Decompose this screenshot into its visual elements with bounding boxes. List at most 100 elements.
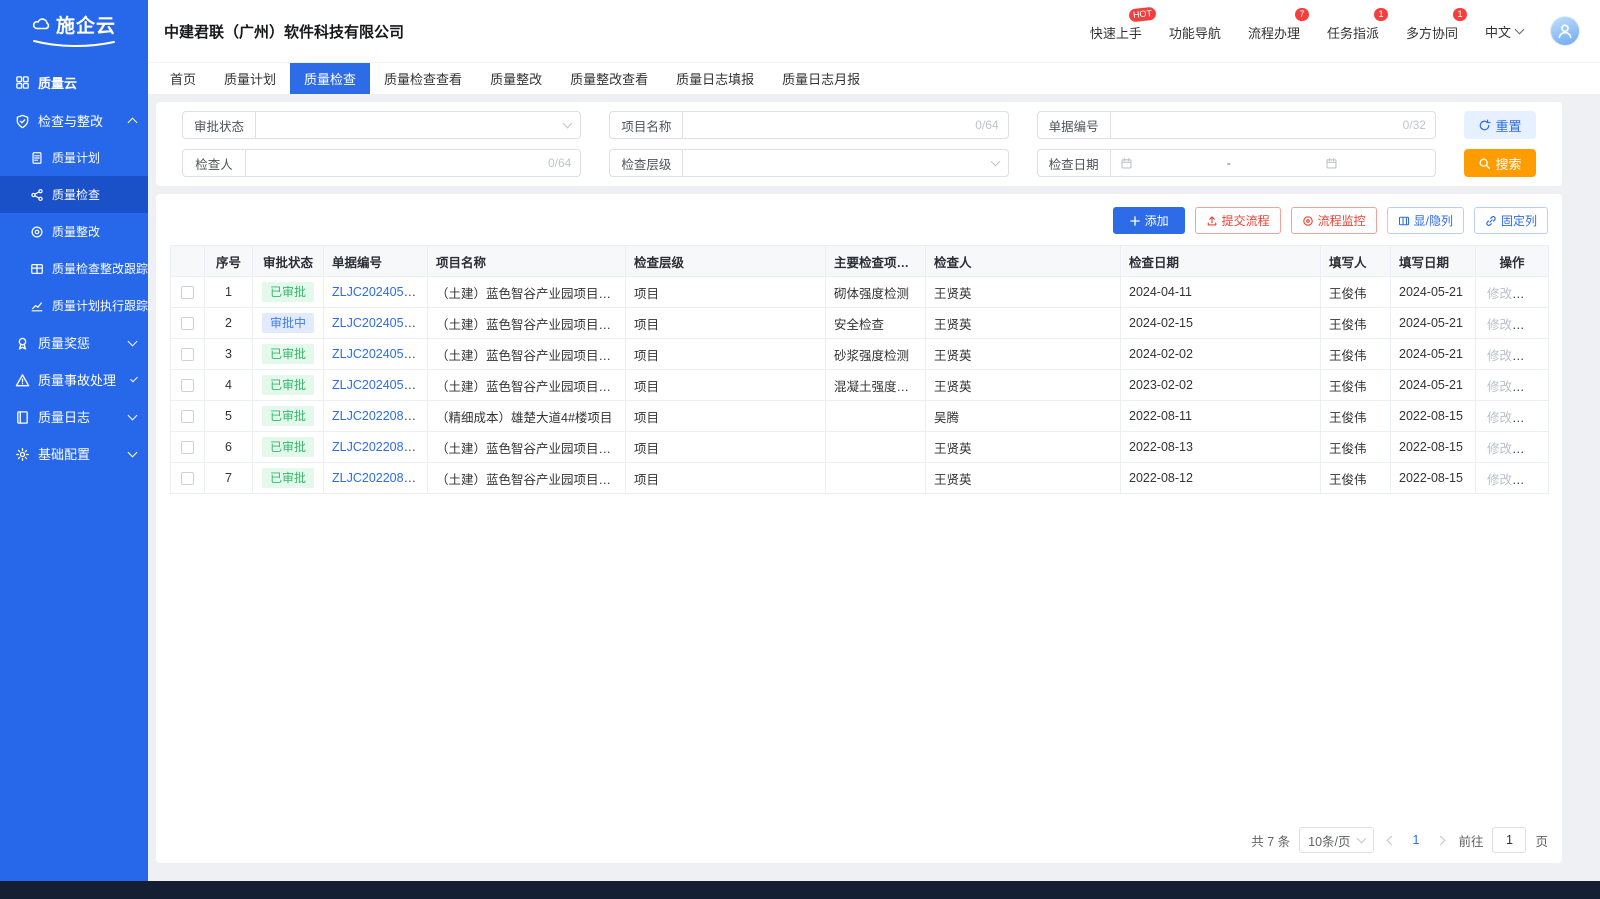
doc-no-link[interactable]: ZLJC2024050446 <box>332 285 428 299</box>
tab-quality-rectify-view[interactable]: 质量整改查看 <box>556 63 662 94</box>
doc-no-input[interactable]: 0/32 <box>1110 111 1436 139</box>
tab-home[interactable]: 首页 <box>156 63 210 94</box>
doc-no-link[interactable]: ZLJC2024050444 <box>332 347 428 361</box>
tab-bar: 首页 质量计划 质量检查 质量检查查看 质量整改 质量整改查看 质量日志填报 质… <box>148 62 1600 94</box>
project-name-field: 项目名称 0/64 <box>609 111 1008 139</box>
tab-quality-log-monthly[interactable]: 质量日志月报 <box>768 63 874 94</box>
page-size-select[interactable]: 10条/页 <box>1299 827 1373 853</box>
avatar[interactable] <box>1550 16 1580 46</box>
flow-monitor-button[interactable]: 流程监控 <box>1291 207 1377 234</box>
edit-link[interactable]: 修改 <box>1487 380 1512 394</box>
reset-label: 重置 <box>1495 116 1521 135</box>
sidebar-item-quality-plan[interactable]: 质量计划 <box>0 139 148 176</box>
table-row[interactable]: 6 已审批 ZLJC2022080173 （土建）蓝色智谷产业园项目施工总承..… <box>171 432 1549 463</box>
sidebar-item-quality-inspection[interactable]: 质量检查 <box>0 176 148 213</box>
fixed-columns-button[interactable]: 固定列 <box>1474 207 1548 234</box>
approval-status-select[interactable] <box>255 111 581 139</box>
cell-index: 4 <box>205 370 253 401</box>
sidebar-item-plan-execution-track[interactable]: 质量计划执行跟踪 <box>0 287 148 324</box>
reset-button[interactable]: 重置 <box>1464 111 1536 139</box>
current-page[interactable]: 1 <box>1409 833 1424 847</box>
cell-level: 项目 <box>626 370 826 401</box>
edit-link[interactable]: 修改 <box>1487 349 1512 363</box>
doc-no-link[interactable]: ZLJC2024050445 <box>332 316 428 330</box>
sidebar-item-quality-cloud[interactable]: 质量云 <box>0 62 148 102</box>
table-row[interactable]: 7 已审批 ZLJC2022080172 （土建）蓝色智谷产业园项目施工总承..… <box>171 463 1549 494</box>
tab-label: 质量整改查看 <box>570 69 648 88</box>
sidebar-item-label: 质量云 <box>38 73 77 92</box>
sidebar-group-quality-log[interactable]: 质量日志 <box>0 398 148 435</box>
row-checkbox[interactable] <box>181 441 194 454</box>
tab-quality-log-fill[interactable]: 质量日志填报 <box>662 63 768 94</box>
search-button[interactable]: 搜索 <box>1464 149 1536 177</box>
cell-write-date: 2024-05-21 <box>1391 308 1476 339</box>
language-switcher[interactable]: 中文 <box>1485 22 1523 41</box>
cell-inspector: 王贤英 <box>926 463 1121 494</box>
approval-status-field: 审批状态 <box>182 111 581 139</box>
col-actions: 操作 <box>1476 246 1549 277</box>
cell-project: （精细成本）雄楚大道4#楼项目 <box>428 401 626 432</box>
doc-no-link[interactable]: ZLJC2022080173 <box>332 440 428 454</box>
nav-label: 多方协同 <box>1406 26 1458 41</box>
nav-task-assign[interactable]: 任务指派 1 <box>1327 21 1379 42</box>
sidebar-item-label: 质量检查整改跟踪 <box>52 260 148 277</box>
row-checkbox[interactable] <box>181 348 194 361</box>
flow-nodes-icon <box>30 187 44 202</box>
show-hide-columns-button[interactable]: 显/隐列 <box>1387 207 1464 234</box>
cell-project: （土建）蓝色智谷产业园项目施工总承... <box>428 370 626 401</box>
sidebar-group-base-config[interactable]: 基础配置 <box>0 435 148 472</box>
table-row[interactable]: 1 已审批 ZLJC2024050446 （土建）蓝色智谷产业园项目施工总承..… <box>171 277 1549 308</box>
row-checkbox[interactable] <box>181 286 194 299</box>
next-page-button[interactable] <box>1432 837 1449 844</box>
row-checkbox[interactable] <box>181 410 194 423</box>
edit-link[interactable]: 修改 <box>1487 442 1512 456</box>
add-button[interactable]: 添加 <box>1113 207 1185 234</box>
edit-link[interactable]: 修改 <box>1487 411 1512 425</box>
tab-quality-inspection-view[interactable]: 质量检查查看 <box>370 63 476 94</box>
edit-link[interactable]: 修改 <box>1487 287 1512 301</box>
sidebar-menu: 质量云 检查与整改 质量计划 质量检查 <box>0 58 148 472</box>
cell-item <box>826 463 926 494</box>
status-badge: 已审批 <box>262 406 314 425</box>
doc-no-link[interactable]: ZLJC2022080172 <box>332 471 428 485</box>
row-checkbox[interactable] <box>181 379 194 392</box>
char-counter: 0/32 <box>1403 118 1426 132</box>
project-name-input[interactable]: 0/64 <box>682 111 1008 139</box>
sidebar-group-quality-accident[interactable]: 质量事故处理 <box>0 361 148 398</box>
nav-feature-guide[interactable]: 功能导航 <box>1169 21 1221 42</box>
submit-flow-button[interactable]: 提交流程 <box>1195 207 1281 234</box>
inspection-level-select[interactable] <box>682 149 1008 177</box>
nav-collaboration[interactable]: 多方协同 1 <box>1406 21 1458 42</box>
tab-quality-inspection[interactable]: 质量检查 <box>290 63 370 94</box>
tab-quality-plan[interactable]: 质量计划 <box>210 63 290 94</box>
sidebar-group-quality-reward[interactable]: 质量奖惩 <box>0 324 148 361</box>
tab-label: 质量计划 <box>224 69 276 88</box>
table-row[interactable]: 3 已审批 ZLJC2024050444 （土建）蓝色智谷产业园项目施工总承..… <box>171 339 1549 370</box>
table-row[interactable]: 5 已审批 ZLJC2022080174 （精细成本）雄楚大道4#楼项目 项目 … <box>171 401 1549 432</box>
cell-write-date: 2024-05-21 <box>1391 370 1476 401</box>
table-row[interactable]: 4 已审批 ZLJC2024050443 （土建）蓝色智谷产业园项目施工总承..… <box>171 370 1549 401</box>
goto-page-input[interactable] <box>1492 827 1526 853</box>
app-logo[interactable]: 施企云 <box>0 0 148 58</box>
doc-no-link[interactable]: ZLJC2022080174 <box>332 409 428 423</box>
edit-link[interactable]: 修改 <box>1487 318 1512 332</box>
inspector-input[interactable]: 0/64 <box>245 149 581 177</box>
bottom-bar <box>0 881 1600 899</box>
nav-process-handling[interactable]: 流程办理 7 <box>1248 21 1300 42</box>
row-checkbox[interactable] <box>181 472 194 485</box>
prev-page-button[interactable] <box>1383 837 1400 844</box>
medal-icon <box>15 334 30 350</box>
edit-link[interactable]: 修改 <box>1487 473 1512 487</box>
sidebar-item-inspection-rectify-track[interactable]: 质量检查整改跟踪 <box>0 250 148 287</box>
row-checkbox[interactable] <box>181 317 194 330</box>
table-row[interactable]: 2 审批中 ZLJC2024050445 （土建）蓝色智谷产业园项目施工总承..… <box>171 308 1549 339</box>
col-write-date: 填写日期 <box>1391 246 1476 277</box>
inspection-date-range[interactable]: - <box>1110 149 1436 177</box>
col-item: 主要检查项名称 <box>826 246 926 277</box>
pagination: 共 7 条 10条/页 1 前往 页 <box>170 817 1548 863</box>
nav-quick-start[interactable]: 快速上手 HOT <box>1090 21 1142 42</box>
tab-quality-rectify[interactable]: 质量整改 <box>476 63 556 94</box>
doc-no-link[interactable]: ZLJC2024050443 <box>332 378 428 392</box>
sidebar-group-inspection-rectify[interactable]: 检查与整改 <box>0 102 148 139</box>
sidebar-item-quality-rectify[interactable]: 质量整改 <box>0 213 148 250</box>
